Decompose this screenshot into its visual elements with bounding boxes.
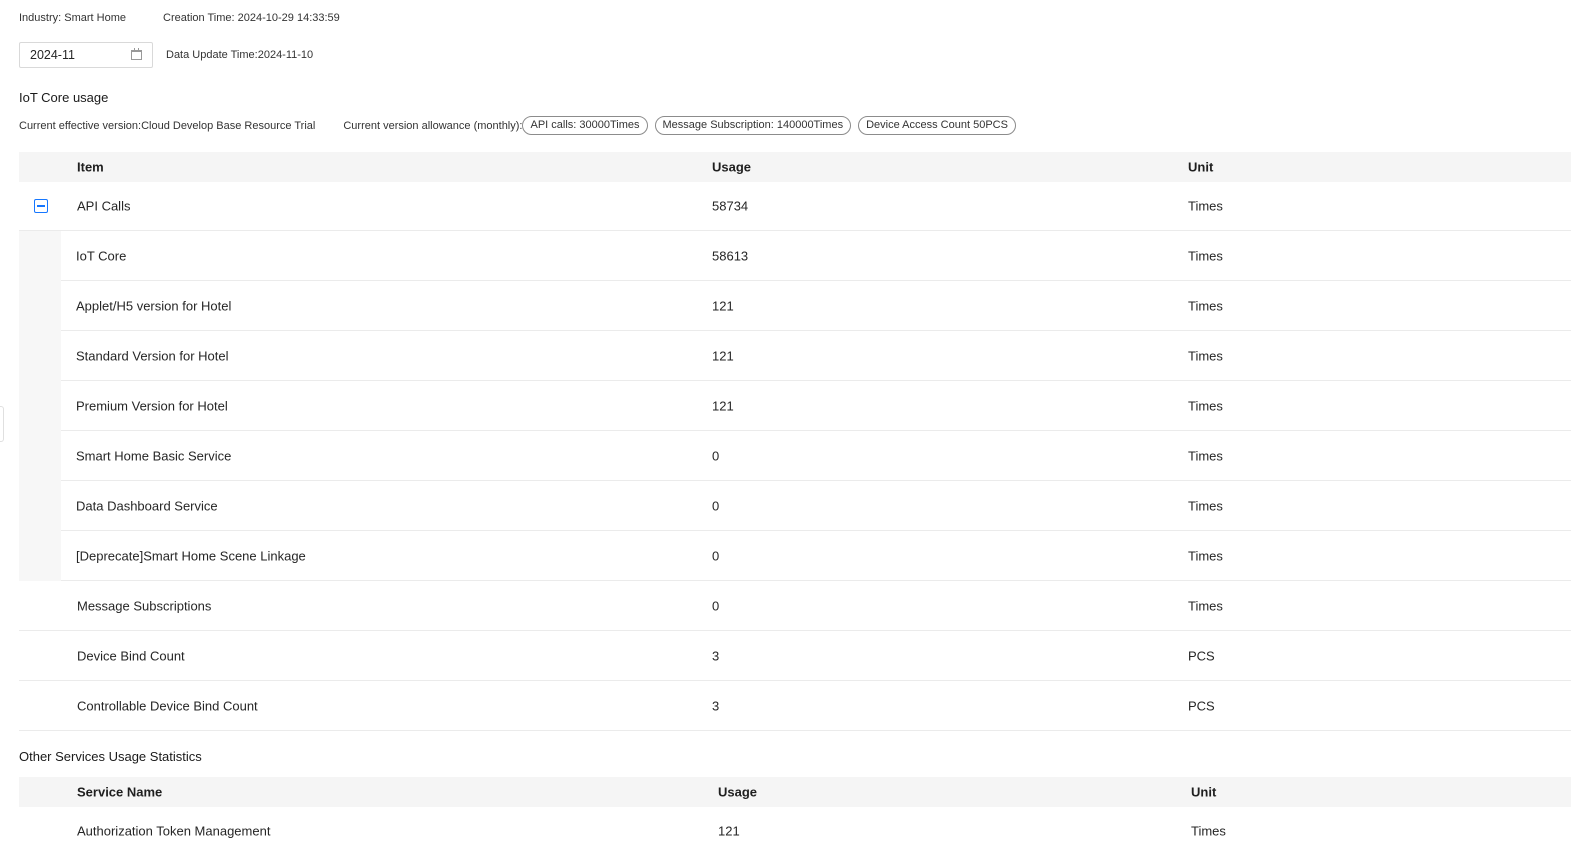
- side-drawer-handle[interactable]: [0, 406, 4, 442]
- collapse-icon[interactable]: [34, 199, 48, 213]
- row-usage: 121: [718, 823, 740, 839]
- row-usage: 0: [712, 598, 720, 613]
- table-row: Smart Home Basic Service 0 Times: [61, 431, 1571, 481]
- row-unit: Times: [1188, 548, 1223, 563]
- allowance-label: Current version allowance (monthly):: [343, 119, 523, 132]
- allowance-tag-message: Message Subscription: 140000Times: [654, 116, 852, 135]
- iot-section-title: IoT Core usage: [19, 90, 109, 105]
- iot-usage-table: Item Usage Unit API Calls 58734 Times Io…: [19, 152, 1571, 731]
- month-picker[interactable]: 2024-11: [19, 42, 153, 68]
- row-item: Applet/H5 version for Hotel: [76, 298, 232, 313]
- row-item: IoT Core: [76, 248, 127, 263]
- row-item: [Deprecate]Smart Home Scene Linkage: [76, 548, 306, 563]
- month-picker-value: 2024-11: [30, 48, 75, 62]
- table-header: Service Name Usage Unit: [19, 777, 1571, 807]
- row-usage: 58734: [712, 198, 749, 214]
- row-unit: Times: [1188, 448, 1223, 463]
- row-item: Message Subscriptions: [77, 598, 212, 613]
- row-unit: PCS: [1188, 648, 1215, 663]
- table-row: [Deprecate]Smart Home Scene Linkage 0 Ti…: [61, 531, 1571, 581]
- meta-info: Industry: Smart Home Creation Time: 2024…: [19, 12, 374, 24]
- row-item: Smart Home Basic Service: [76, 448, 232, 463]
- header-unit: Unit: [1191, 784, 1217, 800]
- table-row: Controllable Device Bind Count 3 PCS: [19, 681, 1571, 731]
- data-update-time: Data Update Time:2024-11-10: [166, 49, 314, 61]
- table-row: Data Dashboard Service 0 Times: [61, 481, 1571, 531]
- row-unit: Times: [1188, 348, 1223, 363]
- row-usage: 0: [712, 448, 720, 463]
- row-usage: 0: [712, 498, 720, 513]
- row-usage: 58613: [712, 248, 749, 263]
- row-item: Standard Version for Hotel: [76, 348, 229, 363]
- header-service-name: Service Name: [77, 784, 163, 800]
- row-usage: 0: [712, 548, 720, 563]
- table-row: Authorization Token Management 121 Times: [19, 807, 1571, 855]
- row-unit: Times: [1188, 198, 1223, 214]
- table-row: Standard Version for Hotel 121 Times: [61, 331, 1571, 381]
- row-unit: Times: [1188, 298, 1223, 313]
- allowance-tag-api: API calls: 30000Times: [522, 116, 648, 135]
- table-row: IoT Core 58613 Times: [61, 231, 1571, 281]
- header-usage: Usage: [712, 159, 752, 175]
- other-services-table: Service Name Usage Unit Authorization To…: [19, 777, 1571, 855]
- calendar-icon[interactable]: [131, 48, 142, 60]
- header-unit: Unit: [1188, 159, 1214, 175]
- row-item: Device Bind Count: [77, 648, 185, 663]
- row-usage: 3: [712, 648, 720, 663]
- header-usage: Usage: [718, 784, 758, 800]
- row-unit: PCS: [1188, 698, 1215, 713]
- table-row: Premium Version for Hotel 121 Times: [61, 381, 1571, 431]
- version-info: Current effective version:Cloud Develop …: [19, 116, 1023, 135]
- row-usage: 121: [712, 348, 734, 363]
- table-header: Item Usage Unit: [19, 152, 1571, 182]
- row-usage: 3: [712, 698, 720, 713]
- row-unit: Times: [1188, 398, 1223, 413]
- api-calls-children: IoT Core 58613 Times Applet/H5 version f…: [19, 231, 1571, 581]
- row-unit: Times: [1188, 248, 1223, 263]
- creation-time-label: Creation Time: 2024-10-29 14:33:59: [163, 12, 340, 24]
- allowance-tag-device: Device Access Count 50PCS: [858, 116, 1016, 135]
- row-usage: 121: [712, 398, 734, 413]
- effective-version: Current effective version:Cloud Develop …: [19, 119, 316, 132]
- row-unit: Times: [1188, 498, 1223, 513]
- row-item: Data Dashboard Service: [76, 498, 218, 513]
- table-row: Device Bind Count 3 PCS: [19, 631, 1571, 681]
- date-row: 2024-11 Data Update Time:2024-11-10: [19, 42, 313, 68]
- table-row-api-calls: API Calls 58734 Times: [19, 182, 1571, 231]
- row-item: Premium Version for Hotel: [76, 398, 228, 413]
- other-section-title: Other Services Usage Statistics: [19, 749, 202, 764]
- table-row: Applet/H5 version for Hotel 121 Times: [61, 281, 1571, 331]
- row-usage: 121: [712, 298, 734, 313]
- row-item: Controllable Device Bind Count: [77, 698, 258, 713]
- header-item: Item: [77, 159, 104, 175]
- row-unit: Times: [1191, 823, 1226, 839]
- table-row: Message Subscriptions 0 Times: [19, 581, 1571, 631]
- row-item: API Calls: [77, 198, 131, 214]
- industry-label: Industry: Smart Home: [19, 12, 126, 24]
- row-unit: Times: [1188, 598, 1223, 613]
- row-item: Authorization Token Management: [77, 823, 271, 839]
